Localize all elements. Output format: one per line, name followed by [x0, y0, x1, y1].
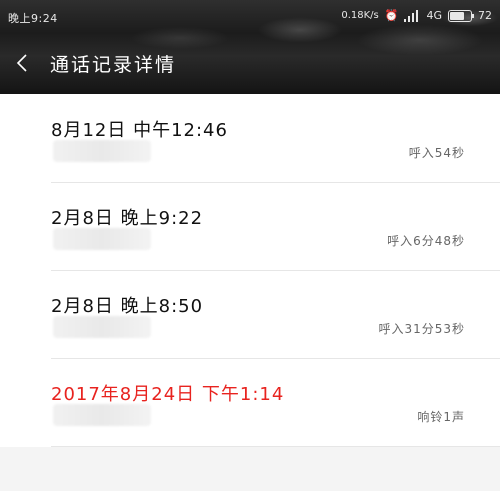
status-time: 晚上9:24	[8, 12, 58, 25]
status-icons: 0.18K/s ⏰ 4G 72	[341, 9, 492, 22]
footer-bar	[0, 447, 500, 491]
call-record-item[interactable]: 2017年8月24日 下午1:14 响铃1声	[51, 358, 500, 447]
record-time: 8月12日 中午12:46	[51, 120, 228, 141]
net-speed: 0.18K/s	[341, 10, 379, 21]
blurred-number	[53, 228, 151, 250]
battery-icon	[448, 9, 474, 22]
record-duration: 呼入6分48秒	[387, 234, 465, 248]
chevron-left-icon	[16, 54, 27, 72]
blurred-number	[53, 404, 151, 426]
network-type: 4G	[426, 9, 442, 22]
battery-percent: 72	[478, 9, 492, 22]
blurred-number	[53, 316, 151, 338]
blurred-number	[53, 140, 151, 162]
call-record-item[interactable]: 2月8日 晚上9:22 呼入6分48秒	[51, 182, 500, 271]
call-record-item[interactable]: 8月12日 中午12:46 呼入54秒	[51, 94, 500, 183]
record-time: 2月8日 晚上8:50	[51, 296, 204, 317]
record-duration: 响铃1声	[417, 410, 465, 424]
record-duration: 呼入31分53秒	[378, 322, 465, 336]
battery-fill	[450, 11, 464, 20]
back-button[interactable]	[10, 50, 34, 76]
record-time: 2017年8月24日 下午1:14	[51, 384, 285, 405]
alarm-icon: ⏰	[384, 9, 399, 22]
page-title: 通话记录详情	[50, 54, 177, 76]
header: 晚上9:24 0.18K/s ⏰ 4G 72 通话记录详情	[0, 0, 500, 94]
status-bar: 晚上9:24 0.18K/s ⏰ 4G 72	[0, 0, 500, 32]
record-duration: 呼入54秒	[408, 146, 465, 160]
record-time: 2月8日 晚上9:22	[51, 208, 204, 229]
call-record-item[interactable]: 2月8日 晚上8:50 呼入31分53秒	[51, 270, 500, 359]
signal-icon	[404, 9, 420, 22]
